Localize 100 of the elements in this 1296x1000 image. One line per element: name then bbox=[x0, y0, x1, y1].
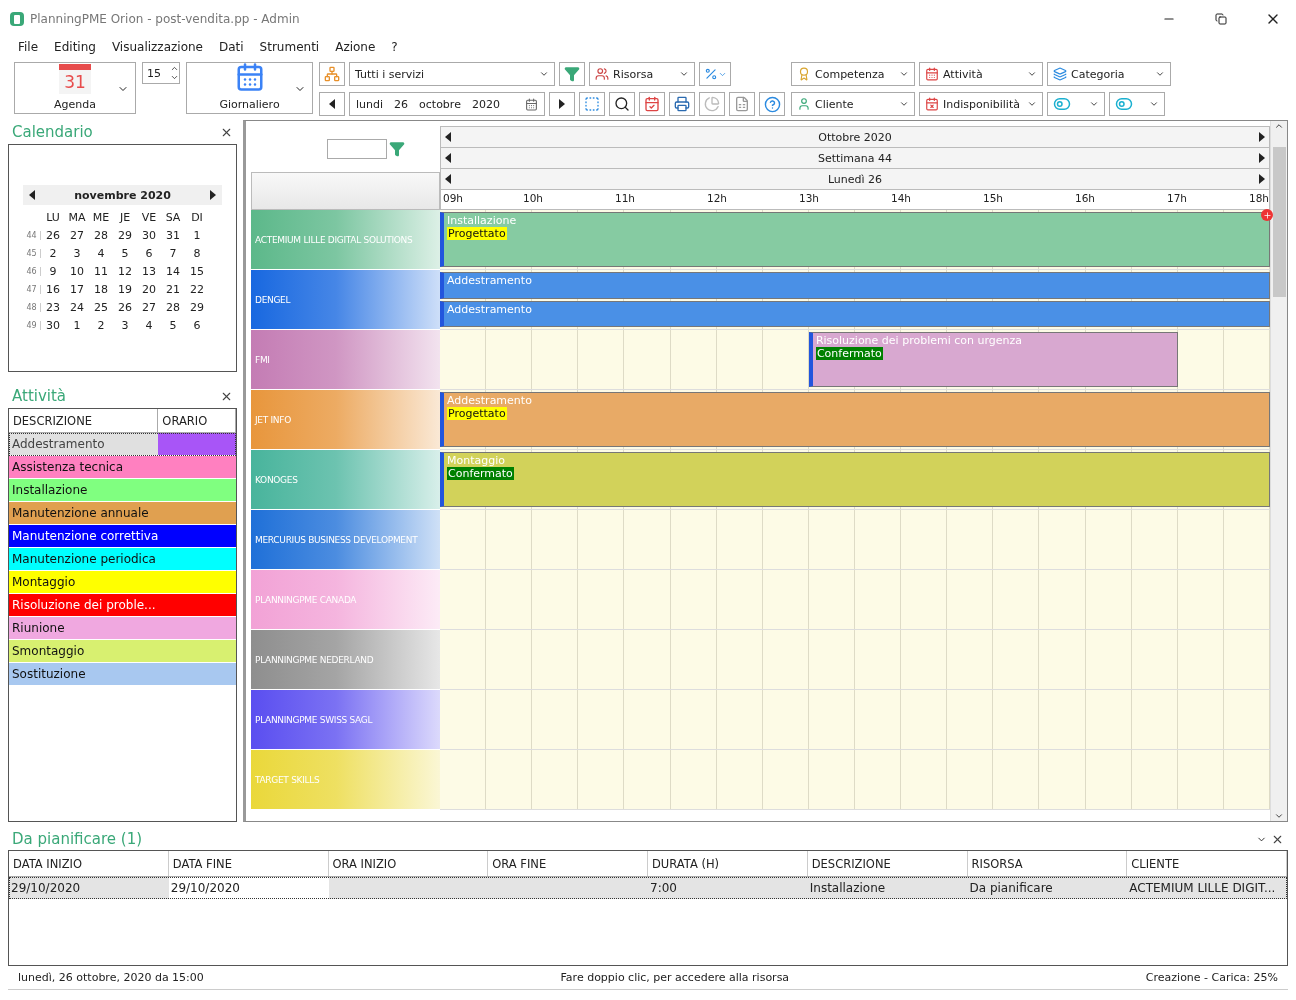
calendar-day[interactable]: 2 bbox=[41, 247, 65, 260]
add-icon[interactable] bbox=[1261, 209, 1273, 221]
help-button[interactable] bbox=[759, 92, 785, 116]
hierarchy-icon bbox=[324, 66, 340, 82]
print-button[interactable] bbox=[669, 92, 695, 116]
filter-dropdown[interactable]: Indisponibilità bbox=[919, 92, 1043, 116]
calendar-day[interactable]: 3 bbox=[65, 247, 89, 260]
calendar-day[interactable]: 11 bbox=[89, 265, 113, 278]
filter-dropdown[interactable]: Competenza bbox=[791, 62, 915, 86]
resource-label[interactable]: PLANNINGPME SWISS SAGL bbox=[251, 690, 440, 750]
filter-dropdown[interactable]: Attività bbox=[919, 62, 1043, 86]
filter-dropdown[interactable]: Categoria bbox=[1047, 62, 1171, 86]
window-title: PlanningPME Orion - post-vendita.pp - Admin bbox=[30, 12, 301, 26]
calendar-day[interactable]: 2 bbox=[89, 319, 113, 332]
number-spinner[interactable]: 15 bbox=[142, 62, 180, 84]
view-button[interactable]: Giornaliero bbox=[186, 62, 313, 114]
menu-item[interactable]: ? bbox=[383, 38, 406, 58]
event-bar[interactable]: Risoluzione dei problemi con urgenza Confermato bbox=[808, 332, 1178, 387]
calendar-day[interactable]: 30 bbox=[137, 229, 161, 242]
menu-item[interactable]: Strumenti bbox=[251, 38, 328, 58]
scrollbar[interactable] bbox=[1270, 121, 1287, 821]
calendar-check-button[interactable] bbox=[639, 92, 665, 116]
calendar-day[interactable]: 4 bbox=[89, 247, 113, 260]
percent-button[interactable] bbox=[699, 62, 731, 86]
calendar-day[interactable]: 7 bbox=[161, 247, 185, 260]
calendar-day[interactable]: 13 bbox=[137, 265, 161, 278]
calendar-day[interactable]: 26 bbox=[41, 229, 65, 242]
hierarchy-button[interactable] bbox=[319, 62, 345, 86]
filter-dropdown[interactable]: Cliente bbox=[791, 92, 915, 116]
status-tag: Progettato bbox=[447, 407, 507, 420]
calendar-day[interactable]: 30 bbox=[41, 319, 65, 332]
day-label: Lunedì 26 bbox=[827, 172, 883, 186]
hour-label: 10h bbox=[523, 192, 543, 204]
calendar-day[interactable]: 9 bbox=[41, 265, 65, 278]
search-button[interactable] bbox=[609, 92, 635, 116]
calendar-day[interactable]: 31 bbox=[161, 229, 185, 242]
event-bar[interactable]: Addestramento Progettato bbox=[440, 392, 1270, 447]
calendar-day[interactable]: 27 bbox=[137, 301, 161, 314]
weekday-label: JE bbox=[118, 211, 132, 224]
filter-field[interactable] bbox=[326, 139, 387, 159]
calendar-day[interactable]: 20 bbox=[137, 283, 161, 296]
menu-item[interactable]: File bbox=[10, 38, 47, 58]
calendar-day[interactable]: 28 bbox=[161, 301, 185, 314]
previous-month-arrow[interactable] bbox=[29, 190, 35, 200]
scroll-thumb[interactable] bbox=[1272, 147, 1286, 297]
service-combo[interactable]: Tutti i servizi bbox=[349, 62, 555, 86]
event-bar[interactable]: Installazione Progettato bbox=[440, 212, 1270, 267]
calendar-day[interactable]: 19 bbox=[113, 283, 137, 296]
table-row[interactable]: 29/10/2020 29/10/2020 7:00 Installazione Da pianificare ACTEMIUM LILLE DIGIT... bbox=[9, 877, 1287, 899]
caret-icon bbox=[1089, 99, 1099, 109]
calendar-day[interactable]: 17 bbox=[65, 283, 89, 296]
calendar-day[interactable]: 14 bbox=[161, 265, 185, 278]
calendar-day[interactable]: 28 bbox=[89, 229, 113, 242]
calendar-day[interactable]: 21 bbox=[161, 283, 185, 296]
menu-item[interactable]: Azione bbox=[327, 38, 384, 58]
calendar-day[interactable]: 25 bbox=[89, 301, 113, 314]
calendar-day[interactable]: 22 bbox=[185, 283, 209, 296]
menu-item[interactable]: Editing bbox=[46, 38, 104, 58]
filter-icon[interactable] bbox=[388, 141, 405, 157]
calendar-day[interactable]: 12 bbox=[113, 265, 137, 278]
calendar-day[interactable]: 27 bbox=[65, 229, 89, 242]
calendar-day[interactable]: 1 bbox=[65, 319, 89, 332]
next-month-arrow[interactable] bbox=[210, 190, 216, 200]
calendar-day[interactable]: 15 bbox=[185, 265, 209, 278]
resource-label[interactable]: DENGEL bbox=[251, 270, 440, 330]
date-field[interactable]: lundi 26 octobre 2020 bbox=[349, 92, 545, 116]
hour-label: 15h bbox=[983, 192, 1003, 204]
event-bar[interactable]: Montaggio Confermato bbox=[440, 452, 1270, 507]
calendar-day[interactable]: 29 bbox=[185, 301, 209, 314]
calendar-day[interactable]: 5 bbox=[113, 247, 137, 260]
calendar-day[interactable]: 23 bbox=[41, 301, 65, 314]
previous-button[interactable] bbox=[319, 92, 345, 116]
calendar-day[interactable]: 18 bbox=[89, 283, 113, 296]
calendar-day[interactable]: 3 bbox=[113, 319, 137, 332]
toggle-dropdown[interactable] bbox=[1109, 92, 1165, 116]
calendar-day[interactable]: 29 bbox=[113, 229, 137, 242]
calendar-day[interactable]: 4 bbox=[137, 319, 161, 332]
toggle-dropdown[interactable] bbox=[1047, 92, 1105, 116]
pie-chart-button[interactable] bbox=[699, 92, 725, 116]
calendar-day[interactable]: 24 bbox=[65, 301, 89, 314]
weekday-label: SA bbox=[164, 211, 182, 224]
spreadsheet-button[interactable] bbox=[729, 92, 755, 116]
calendar-day[interactable]: 8 bbox=[185, 247, 209, 260]
app-logo-icon bbox=[10, 11, 24, 27]
calendar-day[interactable]: 6 bbox=[185, 319, 209, 332]
filter-button[interactable] bbox=[559, 62, 585, 86]
calendar-day[interactable]: 16 bbox=[41, 283, 65, 296]
resource-dropdown[interactable]: Risorsa bbox=[589, 62, 695, 86]
calendar-day[interactable]: 10 bbox=[65, 265, 89, 278]
weekday-label: VE bbox=[140, 211, 158, 224]
menu-item[interactable]: Visualizzazione bbox=[103, 38, 211, 58]
menu-item[interactable]: Dati bbox=[210, 38, 252, 58]
calendar-day[interactable]: 26 bbox=[113, 301, 137, 314]
calendar-day[interactable]: 6 bbox=[137, 247, 161, 260]
weekday-label: LU bbox=[45, 211, 61, 224]
agenda-button[interactable]: 31 Agenda bbox=[14, 62, 136, 114]
calendar-day[interactable]: 1 bbox=[185, 229, 209, 242]
next-button[interactable] bbox=[549, 92, 575, 116]
table-cell-text: ACTEMIUM LILLE DIGIT... bbox=[1128, 880, 1277, 897]
calendar-day[interactable]: 5 bbox=[161, 319, 185, 332]
